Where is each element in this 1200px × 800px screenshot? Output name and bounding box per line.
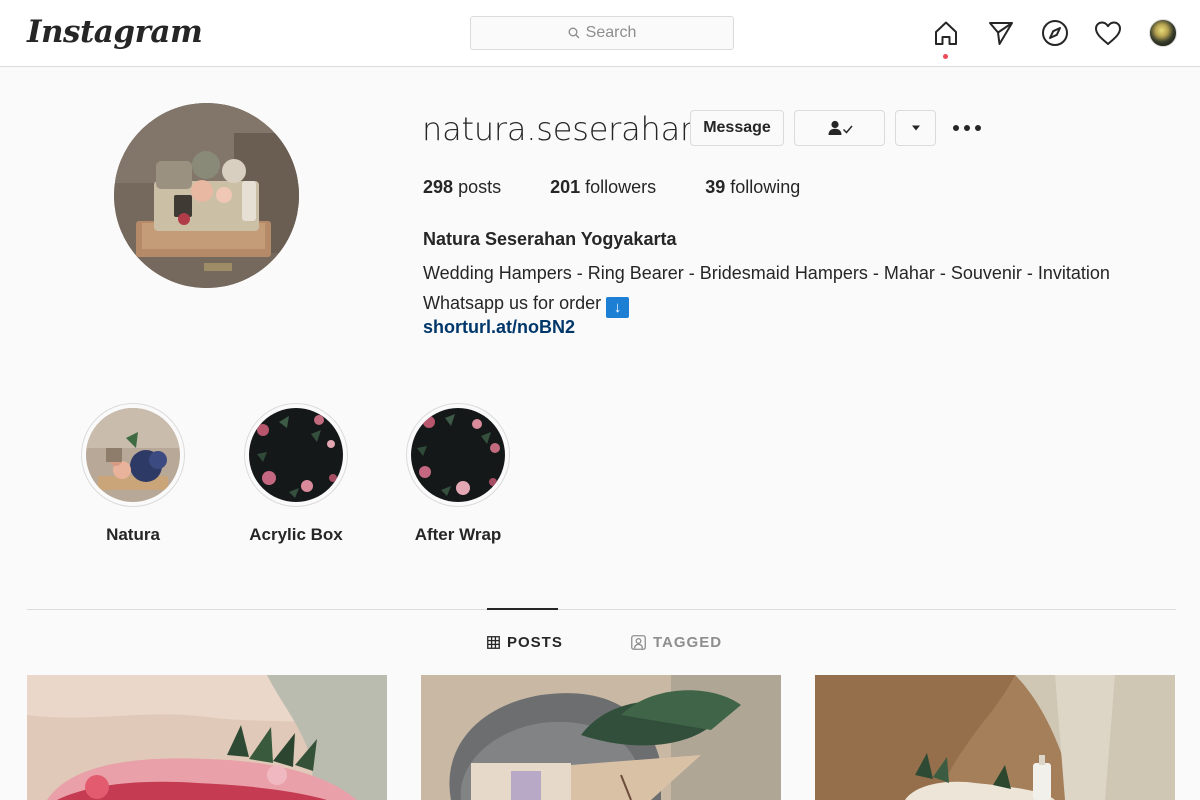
highlight-cover <box>411 408 505 502</box>
tagged-person-icon <box>631 635 646 650</box>
direct-message-icon[interactable] <box>986 18 1016 48</box>
home-active-dot <box>943 54 948 59</box>
post-thumbnail[interactable] <box>815 675 1175 800</box>
search-box[interactable]: Search <box>470 16 734 50</box>
profile-username: natura.seserahan <box>422 110 701 148</box>
tab-posts-label: POSTS <box>507 634 563 651</box>
instagram-logo[interactable]: Instagram <box>27 14 203 50</box>
grid-icon <box>487 636 500 649</box>
search-placeholder: Search <box>585 24 637 41</box>
tab-tagged[interactable]: TAGGED <box>631 634 722 651</box>
posts-count: 298 posts <box>423 177 502 197</box>
bio-line: Wedding Hampers - Ring Bearer - Bridesma… <box>423 263 1110 283</box>
profile-picture[interactable] <box>114 103 299 288</box>
highlight-ring <box>406 403 510 507</box>
followers-count[interactable]: 201 followers <box>550 177 656 198</box>
highlight-label: After Wrap <box>414 525 502 544</box>
profile-bio: Wedding Hampers - Ring Bearer - Bridesma… <box>423 258 1110 318</box>
following-button[interactable] <box>794 110 885 146</box>
message-button[interactable]: Message <box>690 110 784 146</box>
tabs-divider <box>27 609 1176 610</box>
post-thumbnail[interactable] <box>27 675 387 800</box>
highlight-cover <box>86 408 180 502</box>
following-count[interactable]: 39 following <box>705 177 800 198</box>
person-check-icon <box>828 120 853 135</box>
home-icon[interactable] <box>931 18 961 48</box>
highlight-cover <box>249 408 343 502</box>
highlight-ring <box>81 403 185 507</box>
bio-line: Whatsapp us for order ↓ <box>423 288 1110 318</box>
profile-stats: 298 posts 201 followers 39 following <box>423 177 849 198</box>
profile-avatar-icon[interactable] <box>1149 19 1177 47</box>
tab-posts[interactable]: POSTS <box>487 634 563 651</box>
more-options-icon[interactable] <box>953 118 981 138</box>
top-navigation-bar: Instagram Search <box>0 0 1200 67</box>
highlight-natura[interactable]: Natura <box>81 403 185 544</box>
highlight-ring <box>244 403 348 507</box>
highlight-after-wrap[interactable]: After Wrap <box>406 403 510 544</box>
search-icon <box>568 27 580 39</box>
suggested-dropdown-button[interactable] <box>895 110 936 146</box>
active-tab-indicator <box>487 608 558 610</box>
post-thumbnail[interactable] <box>421 675 781 800</box>
highlight-label: Acrylic Box <box>249 525 343 544</box>
down-arrow-emoji: ↓ <box>606 297 630 318</box>
heart-icon[interactable] <box>1093 18 1123 48</box>
profile-full-name: Natura Seserahan Yogyakarta <box>423 229 677 249</box>
caret-down-icon <box>911 125 920 131</box>
tab-tagged-label: TAGGED <box>653 634 723 651</box>
highlight-label: Natura <box>106 525 160 544</box>
highlight-acrylic-box[interactable]: Acrylic Box <box>244 403 348 544</box>
profile-link[interactable]: shorturl.at/noBN2 <box>423 317 575 338</box>
explore-icon[interactable] <box>1040 18 1070 48</box>
